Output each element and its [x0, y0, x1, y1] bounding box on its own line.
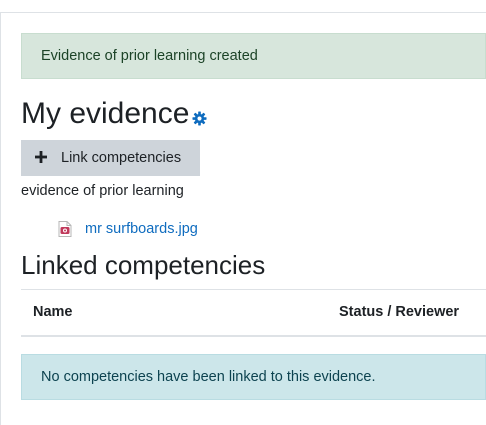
success-notification: Evidence of prior learning created	[21, 33, 486, 79]
page-title: My evidence	[21, 97, 190, 130]
file-item: mr surfboards.jpg	[58, 219, 198, 239]
success-message: Evidence of prior learning created	[41, 48, 258, 64]
gear-icon[interactable]	[192, 111, 207, 126]
link-competencies-label: Link competencies	[61, 150, 182, 166]
empty-state-notification: No competencies have been linked to this…	[21, 354, 486, 400]
competencies-table-header: Name Status / Reviewer	[21, 289, 486, 337]
link-competencies-button[interactable]: Link competencies	[21, 140, 200, 176]
plus-icon	[35, 151, 47, 163]
empty-state-message: No competencies have been linked to this…	[41, 369, 376, 385]
column-header-name: Name	[33, 304, 73, 320]
file-link[interactable]: mr surfboards.jpg	[85, 221, 198, 237]
evidence-description: evidence of prior learning	[21, 183, 184, 199]
image-file-icon	[58, 221, 72, 237]
linked-competencies-heading: Linked competencies	[21, 250, 266, 280]
column-header-status-reviewer: Status / Reviewer	[339, 304, 460, 320]
